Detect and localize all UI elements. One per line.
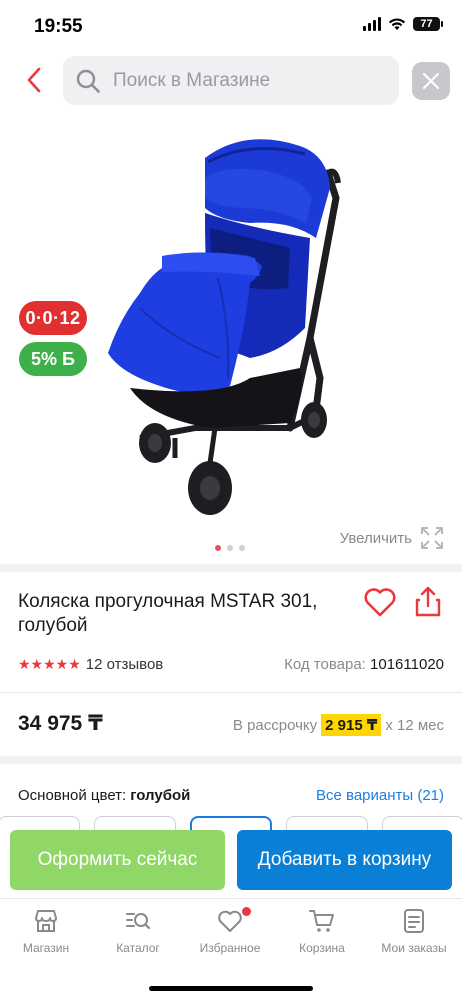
color-label: Основной цвет:	[18, 787, 127, 804]
bottom-tab-bar: Магазин Каталог Избранное Корзина Мои за…	[0, 898, 462, 999]
tab-label: Каталог	[116, 941, 160, 955]
pagination-dot	[239, 545, 245, 551]
product-image-stroller[interactable]	[100, 128, 360, 523]
sku: Код товара: 101611020	[284, 656, 444, 673]
tab-label: Корзина	[299, 941, 345, 955]
tab-label: Избранное	[199, 941, 261, 955]
tab-label: Магазин	[22, 941, 70, 955]
pagination-dot-active	[215, 545, 221, 551]
installment-suffix: x 12 мес	[385, 716, 444, 734]
share-icon	[415, 586, 441, 617]
cellular-signal-icon	[363, 17, 381, 31]
color-row: Основной цвет: голубой Все варианты (21)	[18, 787, 444, 804]
section-divider	[0, 564, 462, 572]
heart-icon	[364, 588, 396, 617]
search-icon	[76, 69, 100, 93]
battery-icon: 77	[413, 17, 443, 31]
store-icon	[35, 910, 57, 932]
expand-icon	[421, 527, 443, 549]
close-icon	[422, 72, 440, 90]
orders-icon	[404, 909, 424, 933]
search-input[interactable]	[113, 69, 383, 92]
color-value: голубой	[130, 787, 191, 804]
notification-dot	[242, 907, 251, 916]
catalog-search-icon	[126, 913, 151, 930]
product-price: 34 975 ₸	[18, 712, 103, 735]
tab-label: Мои заказы	[381, 941, 447, 955]
share-button[interactable]	[412, 584, 444, 620]
sku-value: 101611020	[370, 655, 444, 673]
rating-row: ★★★★★ 12 отзывов Код товара: 101611020	[18, 654, 444, 674]
bonus-badge: 5% Б	[19, 342, 87, 376]
product-gallery[interactable]: 0·0·12 5% Б Увеличить	[0, 108, 462, 562]
home-indicator	[149, 986, 313, 991]
cart-icon	[309, 910, 334, 932]
zoom-label: Увеличить	[339, 529, 412, 547]
divider	[0, 692, 462, 693]
sku-label: Код товара:	[284, 655, 366, 673]
wifi-icon	[388, 18, 406, 30]
installment-badge: 0·0·12	[19, 301, 87, 335]
reviews-link[interactable]: 12 отзывов	[86, 656, 164, 673]
section-divider	[0, 756, 462, 764]
favorite-button[interactable]	[362, 584, 398, 620]
installment-prefix: В рассрочку	[232, 716, 318, 734]
buy-now-button[interactable]: Оформить сейчас	[10, 830, 225, 890]
tab-cart[interactable]: Корзина	[276, 907, 368, 963]
back-button[interactable]	[18, 64, 50, 96]
installment-amount: 2 915 ₸	[321, 714, 382, 736]
search-header	[0, 52, 462, 108]
status-icons: 77	[363, 17, 443, 31]
tab-orders[interactable]: Мои заказы	[368, 907, 460, 963]
pagination-dot	[227, 545, 233, 551]
chevron-left-icon	[27, 67, 41, 93]
search-box[interactable]	[63, 56, 399, 105]
tab-catalog[interactable]: Каталог	[92, 907, 184, 963]
heart-icon	[218, 910, 242, 932]
installment-info[interactable]: В рассрочку 2 915 ₸ x 12 мес	[233, 714, 444, 736]
zoom-button[interactable]: Увеличить	[340, 526, 444, 550]
product-title: Коляска прогулочная MSTAR 301, голубой	[18, 591, 318, 636]
tab-store[interactable]: Магазин	[0, 907, 92, 963]
tab-favorites[interactable]: Избранное	[184, 907, 276, 963]
clear-search-button[interactable]	[412, 62, 450, 100]
status-time: 19:55	[34, 16, 83, 37]
all-variants-link[interactable]: Все варианты (21)	[316, 787, 444, 804]
rating-stars: ★★★★★	[18, 655, 81, 672]
gallery-pagination	[215, 545, 245, 551]
status-bar: 19:55 77	[0, 0, 462, 52]
add-to-cart-button[interactable]: Добавить в корзину	[237, 830, 452, 890]
